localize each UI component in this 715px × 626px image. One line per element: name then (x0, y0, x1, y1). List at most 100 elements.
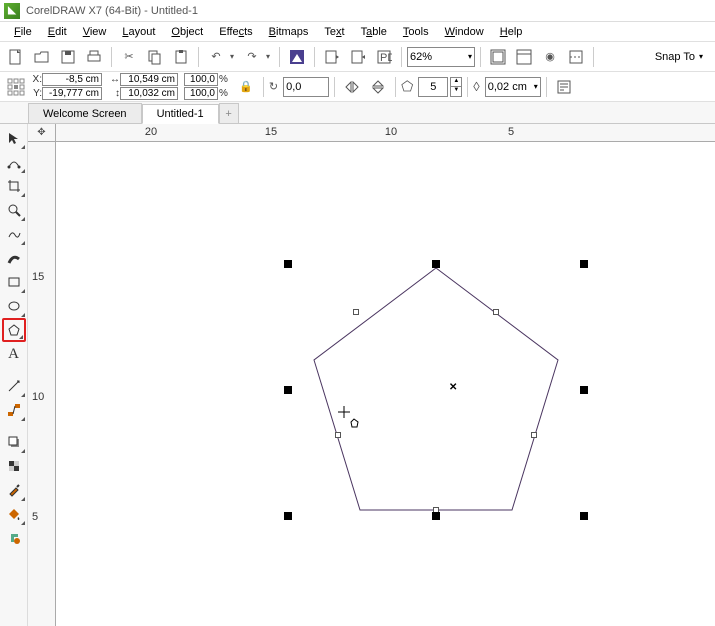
horizontal-ruler[interactable]: 20 15 10 5 (56, 124, 715, 142)
import-button[interactable] (320, 45, 344, 69)
tab-add-button[interactable]: + (219, 103, 239, 123)
node-handle[interactable] (353, 309, 359, 315)
polygon-icon: ⬠ (401, 78, 413, 95)
drawing-canvas[interactable]: ✕ (56, 142, 715, 626)
menu-file[interactable]: File (6, 24, 40, 40)
separator (279, 47, 280, 67)
polygon-sides-input[interactable] (418, 77, 448, 97)
fullscreen-preview-button[interactable] (486, 45, 510, 69)
copy-button[interactable] (143, 45, 167, 69)
x-position-input[interactable] (42, 73, 102, 86)
menu-edit[interactable]: Edit (40, 24, 75, 40)
separator (263, 77, 264, 97)
mirror-vertical-button[interactable] (366, 75, 390, 99)
node-handle[interactable] (531, 432, 537, 438)
tab-welcome[interactable]: Welcome Screen (28, 103, 142, 123)
selection-handle[interactable] (284, 260, 292, 268)
title-bar: ◣ CorelDRAW X7 (64-Bit) - Untitled-1 (0, 0, 715, 22)
outline-value: 0,02 cm (488, 81, 527, 93)
new-button[interactable] (4, 45, 28, 69)
menu-help[interactable]: Help (492, 24, 531, 40)
open-button[interactable] (30, 45, 54, 69)
menu-bitmaps[interactable]: Bitmaps (261, 24, 317, 40)
zoom-tool[interactable] (2, 198, 26, 222)
menu-table[interactable]: Table (353, 24, 395, 40)
separator (546, 77, 547, 97)
search-content-button[interactable] (285, 45, 309, 69)
menu-tools[interactable]: Tools (395, 24, 437, 40)
export-button[interactable] (346, 45, 370, 69)
cut-button[interactable]: ✂ (117, 45, 141, 69)
menu-view[interactable]: View (75, 24, 115, 40)
undo-button[interactable]: ↶ (204, 45, 228, 69)
eyedropper-tool[interactable] (2, 478, 26, 502)
smart-fill-tool[interactable] (2, 526, 26, 550)
redo-dropdown-icon[interactable]: ▾ (266, 52, 274, 61)
selection-handle[interactable] (432, 260, 440, 268)
polygon-tool[interactable] (2, 318, 26, 342)
save-button[interactable] (56, 45, 80, 69)
undo-dropdown-icon[interactable]: ▾ (230, 52, 238, 61)
window-title: CorelDRAW X7 (64-Bit) - Untitled-1 (26, 5, 198, 17)
crop-tool[interactable] (2, 174, 26, 198)
scale-group: % % (184, 73, 228, 100)
canvas-area: ✥ 20 15 10 5 15 10 5 (28, 124, 715, 626)
menu-object[interactable]: Object (163, 24, 211, 40)
transparency-tool[interactable] (2, 454, 26, 478)
y-position-input[interactable] (42, 87, 102, 100)
rectangle-tool[interactable] (2, 270, 26, 294)
size-group: ↔ ↕ (108, 73, 178, 100)
print-button[interactable] (82, 45, 106, 69)
selection-handle[interactable] (580, 386, 588, 394)
shape-tool[interactable] (2, 150, 26, 174)
node-handle[interactable] (335, 432, 341, 438)
text-tool[interactable]: A (2, 342, 26, 366)
selection-handle[interactable] (432, 512, 440, 520)
ruler-origin-icon[interactable]: ✥ (28, 124, 56, 142)
publish-pdf-button[interactable]: PDF (372, 45, 396, 69)
wrap-text-button[interactable] (552, 75, 576, 99)
lock-ratio-button[interactable]: 🔒 (234, 75, 258, 99)
ruler-tick: 15 (32, 271, 44, 283)
width-input[interactable] (120, 73, 178, 86)
selection-handle[interactable] (580, 260, 588, 268)
vertical-ruler[interactable]: 15 10 5 (28, 142, 56, 626)
scale-y-input[interactable] (184, 87, 218, 100)
scale-x-input[interactable] (184, 73, 218, 86)
zoom-value: 62% (410, 51, 432, 63)
zoom-level-select[interactable]: 62%▾ (407, 47, 475, 67)
drop-shadow-tool[interactable] (2, 430, 26, 454)
menu-window[interactable]: Window (437, 24, 492, 40)
pentagon-object[interactable] (296, 260, 576, 520)
menu-effects[interactable]: Effects (211, 24, 260, 40)
menu-layout[interactable]: Layout (114, 24, 163, 40)
connector-tool[interactable] (2, 398, 26, 422)
outline-width-select[interactable]: 0,02 cm▾ (485, 77, 541, 97)
snap-to-dropdown[interactable]: Snap To▾ (647, 51, 711, 63)
mirror-horizontal-button[interactable] (340, 75, 364, 99)
selection-handle[interactable] (284, 512, 292, 520)
show-rulers-button[interactable] (512, 45, 536, 69)
rotation-input[interactable] (283, 77, 329, 97)
show-guidelines-button[interactable] (564, 45, 588, 69)
sides-spinner[interactable]: ▲▼ (450, 77, 462, 97)
pick-tool[interactable] (2, 126, 26, 150)
object-origin-button[interactable] (4, 75, 28, 99)
node-handle[interactable] (493, 309, 499, 315)
rotation-icon: ↻ (269, 80, 278, 93)
svg-text:PDF: PDF (380, 52, 392, 64)
paste-button[interactable] (169, 45, 193, 69)
selection-handle[interactable] (284, 386, 292, 394)
artistic-media-tool[interactable] (2, 246, 26, 270)
menu-text[interactable]: Text (316, 24, 352, 40)
x-label: X: (30, 74, 42, 85)
dimension-tool[interactable] (2, 374, 26, 398)
redo-button[interactable]: ↷ (240, 45, 264, 69)
height-input[interactable] (120, 87, 178, 100)
ellipse-tool[interactable] (2, 294, 26, 318)
interactive-fill-tool[interactable] (2, 502, 26, 526)
freehand-tool[interactable] (2, 222, 26, 246)
selection-handle[interactable] (580, 512, 588, 520)
tab-document[interactable]: Untitled-1 (142, 104, 219, 124)
show-grid-button[interactable]: ◉ (538, 45, 562, 69)
